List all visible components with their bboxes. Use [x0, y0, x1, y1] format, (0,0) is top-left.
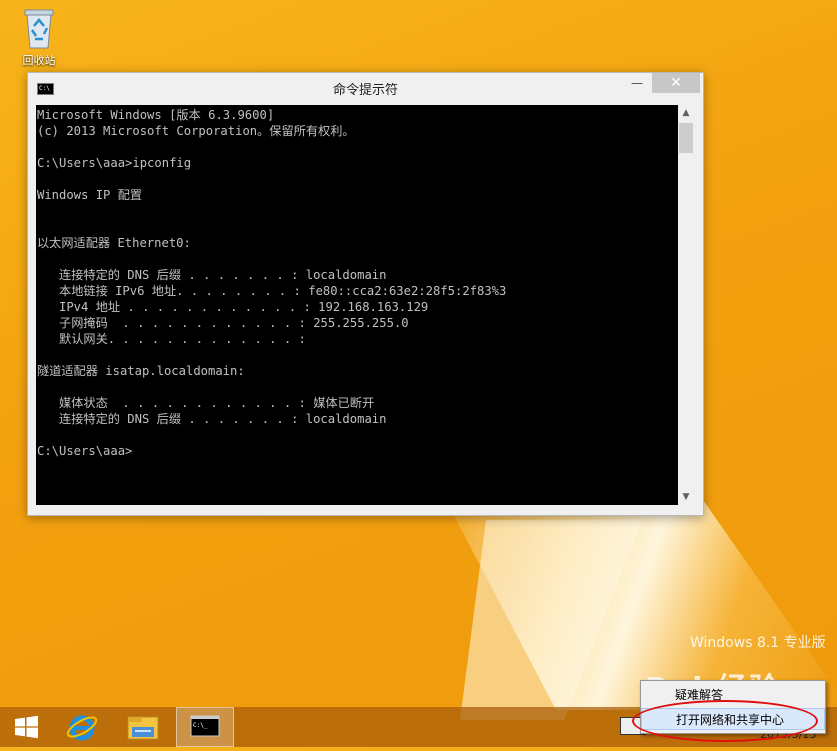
console-line: 连接特定的 DNS 后缀 . . . . . . . : localdomain: [37, 268, 387, 282]
minimize-button[interactable]: —: [624, 73, 650, 93]
cmd-taskbar-button[interactable]: C:\_: [176, 707, 234, 747]
scroll-thumb[interactable]: [679, 123, 693, 153]
internet-explorer-button[interactable]: [56, 707, 112, 747]
console-line: 媒体状态 . . . . . . . . . . . . : 媒体已断开: [37, 396, 375, 410]
console-line: Windows IP 配置: [37, 188, 143, 202]
recycle-bin-shortcut[interactable]: 回收站: [14, 6, 64, 68]
scroll-up-arrow-icon[interactable]: ▲: [678, 105, 694, 121]
console-line: 子网掩码 . . . . . . . . . . . . : 255.255.2…: [37, 316, 409, 330]
windows-edition-watermark: Windows 8.1 专业版: [690, 635, 826, 651]
start-icon: [15, 715, 38, 739]
file-explorer-button[interactable]: [116, 707, 172, 747]
console-line: 本地链接 IPv6 地址. . . . . . . . : fe80::cca2…: [37, 284, 507, 298]
console-line: 隧道适配器 isatap.localdomain:: [37, 364, 245, 378]
scroll-down-arrow-icon[interactable]: ▼: [678, 489, 694, 505]
cmd-icon: C:\_: [190, 715, 220, 737]
cmd-window[interactable]: C:\ 命令提示符 — ✕ Microsoft Windows [版本 6.3.…: [27, 72, 704, 516]
console-output[interactable]: Microsoft Windows [版本 6.3.9600] (c) 2013 …: [36, 105, 678, 505]
console-line: C:\Users\aaa>: [37, 444, 133, 458]
annotation-highlight-ring: [632, 700, 818, 742]
recycle-bin-label: 回收站: [22, 54, 56, 67]
console-line: IPv4 地址 . . . . . . . . . . . . : 192.16…: [37, 300, 429, 314]
console-line: (c) 2013 Microsoft Corporation。保留所有权利。: [37, 124, 355, 138]
title-bar[interactable]: C:\ 命令提示符 — ✕: [28, 73, 703, 105]
ie-icon: [66, 715, 98, 741]
console-line: 以太网适配器 Ethernet0:: [37, 236, 191, 250]
vertical-scrollbar[interactable]: ▲ ▼: [678, 105, 694, 505]
console-line: Microsoft Windows [版本 6.3.9600]: [37, 108, 275, 122]
close-button[interactable]: ✕: [652, 73, 700, 93]
window-title: 命令提示符: [332, 83, 398, 98]
svg-text:C:\_: C:\_: [193, 722, 208, 729]
console-line: 默认网关. . . . . . . . . . . . . :: [37, 332, 306, 346]
console-line: C:\Users\aaa>ipconfig: [37, 156, 192, 170]
recycle-bin-icon: [22, 6, 56, 50]
start-button[interactable]: [0, 707, 56, 747]
console-line: 连接特定的 DNS 后缀 . . . . . . . : localdomain: [37, 412, 387, 426]
file-explorer-icon: [127, 716, 159, 740]
